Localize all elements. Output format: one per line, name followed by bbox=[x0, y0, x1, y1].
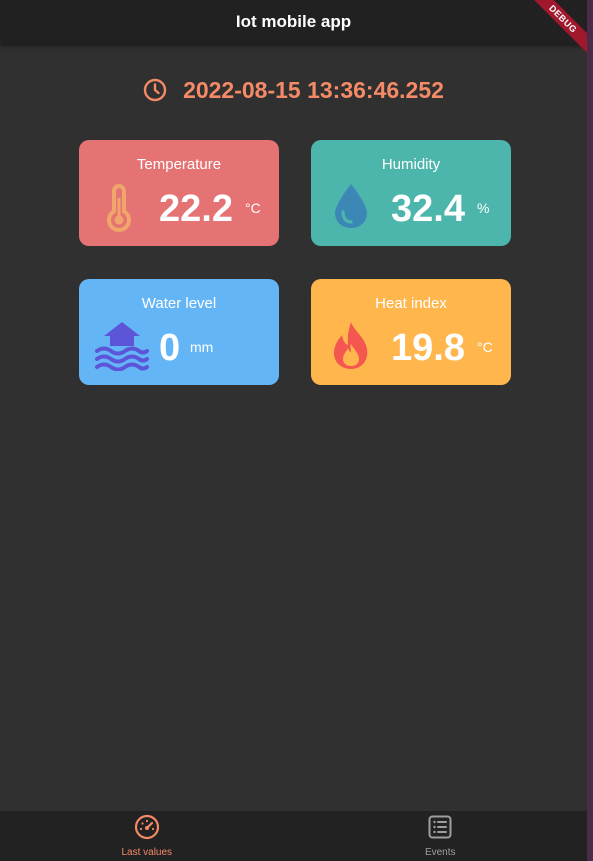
window-edge bbox=[587, 0, 593, 861]
app-title: Iot mobile app bbox=[235, 12, 352, 31]
clock-icon bbox=[143, 78, 167, 102]
nav-item-last-values[interactable]: Last values bbox=[0, 811, 294, 861]
thermometer-icon bbox=[103, 182, 135, 239]
gauge-icon bbox=[134, 814, 160, 845]
humidity-value: 32.4 bbox=[391, 188, 465, 230]
house-flood-icon bbox=[94, 319, 150, 376]
nav-item-events[interactable]: Events bbox=[294, 811, 588, 861]
water-level-title: Water level bbox=[141, 295, 217, 312]
temperature-card: Temperature 22.2 °C bbox=[79, 140, 279, 246]
heat-index-value: 19.8 bbox=[391, 327, 465, 369]
water-level-value: 0 bbox=[159, 327, 181, 369]
heat-index-title: Heat index bbox=[375, 295, 447, 312]
bottom-navigation: Last values Events bbox=[0, 811, 587, 861]
app-bar: Iot mobile app bbox=[0, 0, 587, 44]
app-screen: Iot mobile app DEBUG 2022-08-15 13:36:46… bbox=[0, 0, 587, 861]
timestamp-text: 2022-08-15 13:36:46.252 bbox=[183, 76, 444, 103]
water-level-card: Water level 0 mm bbox=[79, 279, 279, 385]
humidity-card: Humidity 32.4 % bbox=[311, 140, 511, 246]
temperature-title: Temperature bbox=[136, 156, 222, 173]
humidity-unit: % bbox=[477, 200, 490, 216]
temperature-unit: °C bbox=[245, 200, 261, 216]
nav-label-events: Events bbox=[424, 847, 456, 858]
temperature-value: 22.2 bbox=[159, 188, 233, 230]
list-icon bbox=[427, 814, 453, 845]
heat-index-card: Heat index 19.8 °C bbox=[311, 279, 511, 385]
nav-label-last-values: Last values bbox=[121, 847, 173, 858]
water-drop-icon bbox=[332, 182, 370, 235]
water-level-unit: mm bbox=[190, 339, 214, 355]
heat-index-unit: °C bbox=[477, 339, 493, 355]
timestamp-row: 2022-08-15 13:36:46.252 bbox=[0, 72, 587, 108]
humidity-title: Humidity bbox=[381, 156, 441, 173]
flame-icon bbox=[329, 319, 373, 376]
